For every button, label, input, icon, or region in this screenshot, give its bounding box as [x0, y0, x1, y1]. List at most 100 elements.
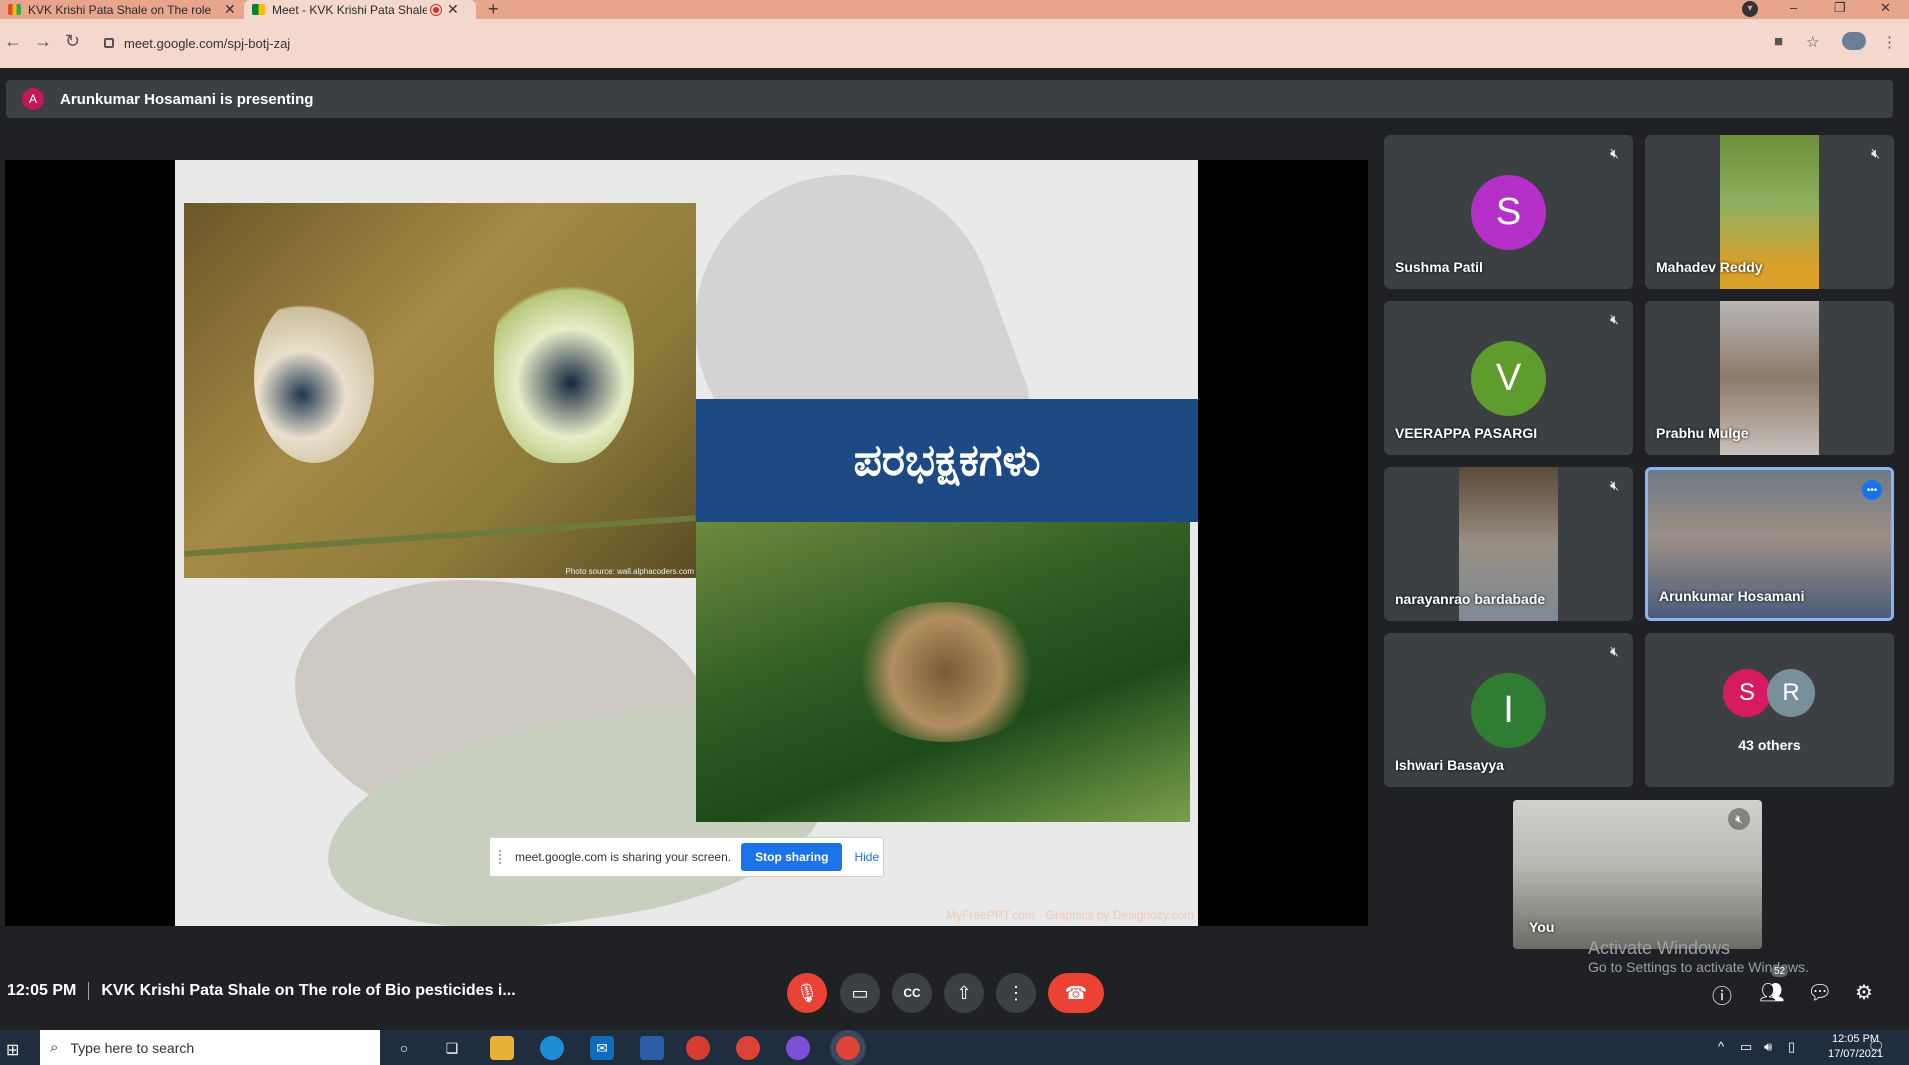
- task-view-icon[interactable]: ❏: [440, 1036, 464, 1060]
- participant-tile-active-speaker[interactable]: ••• Arunkumar Hosamani: [1645, 467, 1894, 621]
- back-icon[interactable]: ←: [4, 31, 22, 52]
- captions-icon: CC: [903, 986, 921, 1000]
- others-tile[interactable]: S R 43 others: [1645, 633, 1894, 787]
- chat-icon[interactable]: 💬︎: [1807, 980, 1832, 1005]
- hang-up-icon: ☎︎: [1064, 982, 1088, 1003]
- network-icon[interactable]: ▭: [1740, 1039, 1752, 1055]
- taskbar-search[interactable]: ⌕ Type here to search: [40, 1030, 380, 1065]
- close-tab-icon[interactable]: ✕: [224, 1, 236, 18]
- participant-name: Arunkumar Hosamani: [1659, 588, 1805, 604]
- self-name: You: [1529, 919, 1555, 935]
- participant-name: Ishwari Basayya: [1395, 757, 1504, 773]
- mic-muted-icon: 🔇︎: [1610, 643, 1619, 659]
- camera-toggle-button[interactable]: ▭: [840, 973, 880, 1013]
- tab-title: Meet - KVK Krishi Pata Shale: [272, 2, 427, 17]
- tab-search-icon[interactable]: ▾: [1742, 1, 1758, 17]
- maximize-button[interactable]: ❐: [1834, 0, 1846, 16]
- browser-tab-strip: KVK Krishi Pata Shale on The role ✕ Meet…: [0, 0, 1909, 19]
- recording-icon: [430, 3, 442, 16]
- tray-chevron-icon[interactable]: ^: [1718, 1039, 1724, 1054]
- shared-slide: Photo source: wall.alphacoders.com ಪರಭಕ್…: [175, 160, 1198, 926]
- present-now-button[interactable]: ⇧: [944, 973, 984, 1013]
- mic-off-icon: 🎙︎: [795, 982, 819, 1003]
- self-view-tile[interactable]: 🔇︎ You: [1513, 800, 1762, 949]
- captions-button[interactable]: CC: [892, 973, 932, 1013]
- mantis-photo: Photo source: wall.alphacoders.com: [184, 203, 696, 578]
- menu-icon[interactable]: ⋮: [1882, 33, 1897, 51]
- close-window-button[interactable]: ✕: [1880, 0, 1891, 16]
- divider: [88, 982, 90, 1000]
- people-icon[interactable]: 👥︎: [1759, 980, 1784, 1005]
- reload-icon[interactable]: ↻: [65, 31, 80, 52]
- forward-icon[interactable]: →: [34, 31, 52, 52]
- avatar: I: [1471, 673, 1546, 748]
- watermark-line1: Activate Windows: [1588, 938, 1731, 958]
- tab-gmail[interactable]: KVK Krishi Pata Shale on The role ✕: [0, 0, 240, 19]
- avatar: V: [1471, 341, 1546, 416]
- camera-indicator-icon[interactable]: ■: [1774, 33, 1783, 50]
- participant-tile[interactable]: V 🔇︎ VEERAPPA PASARGI: [1384, 301, 1633, 455]
- windows-taskbar: ⊞ ⌕ Type here to search ○ ❏ ✉ ^ ▭ 🔊︎ ▯ 1…: [0, 1030, 1909, 1065]
- meeting-details-icon[interactable]: ⓘ: [1712, 980, 1732, 1009]
- participant-tile[interactable]: 🔇︎ narayanrao bardabade: [1384, 467, 1633, 621]
- presenting-banner: A Arunkumar Hosamani is presenting: [6, 80, 1893, 118]
- camera-icon: ▭: [851, 982, 869, 1003]
- windows-start-icon[interactable]: ⊞: [6, 1040, 19, 1060]
- search-icon: ⌕: [50, 1039, 59, 1056]
- chrome-active-icon[interactable]: [830, 1030, 866, 1065]
- chrome-icon[interactable]: [736, 1036, 760, 1060]
- tab-meet[interactable]: Meet - KVK Krishi Pata Shale ✕: [244, 0, 476, 19]
- lock-icon: [104, 38, 114, 48]
- more-options-button[interactable]: ⋮: [996, 973, 1036, 1013]
- meeting-info: 12:05 PM KVK Krishi Pata Shale on The ro…: [7, 982, 516, 1000]
- minimize-button[interactable]: –: [1790, 0, 1797, 15]
- photo-source-caption: Photo source: wall.alphacoders.com: [565, 567, 694, 576]
- meet-icon: [252, 4, 265, 15]
- file-explorer-icon[interactable]: [490, 1036, 514, 1060]
- edge-icon[interactable]: [540, 1036, 564, 1060]
- slide-credit: MyFreePPT.com · Graphics by Designozy.co…: [946, 908, 1194, 922]
- avatar: S: [1723, 669, 1771, 717]
- close-tab-icon[interactable]: ✕: [447, 1, 459, 18]
- mic-toggle-button[interactable]: 🎙︎: [787, 973, 827, 1013]
- participant-tile[interactable]: 🔇︎ Mahadev Reddy: [1645, 135, 1894, 289]
- participant-tile[interactable]: Prabhu Mulge: [1645, 301, 1894, 455]
- language-icon[interactable]: ▯: [1788, 1039, 1795, 1055]
- activities-icon[interactable]: ⚙︎: [1855, 980, 1873, 1005]
- profile-avatar[interactable]: [1842, 32, 1866, 50]
- address-bar[interactable]: meet.google.com/spj-botj-zaj: [96, 30, 1816, 56]
- tab-title: KVK Krishi Pata Shale on The role: [28, 2, 212, 17]
- stop-sharing-button[interactable]: Stop sharing: [741, 843, 843, 871]
- hide-button[interactable]: Hide: [854, 850, 879, 864]
- store-icon[interactable]: [640, 1036, 664, 1060]
- participant-name: narayanrao bardabade: [1395, 591, 1546, 607]
- drag-handle-icon[interactable]: [499, 850, 503, 864]
- url-text: meet.google.com/spj-botj-zaj: [124, 35, 291, 51]
- search-placeholder: Type here to search: [70, 1039, 195, 1056]
- app-icon[interactable]: [686, 1036, 710, 1060]
- gmail-icon: [8, 4, 21, 15]
- app-icon[interactable]: [786, 1036, 810, 1060]
- more-vert-icon: ⋮: [1007, 982, 1025, 1003]
- participant-tile[interactable]: S 🔇︎ Sushma Patil: [1384, 135, 1633, 289]
- presenter-avatar: A: [22, 88, 44, 110]
- mail-icon[interactable]: ✉: [590, 1036, 614, 1060]
- mantis-with-prey: [846, 602, 1046, 742]
- cortana-icon[interactable]: ○: [392, 1036, 416, 1060]
- avatar: R: [1767, 669, 1815, 717]
- meeting-time: 12:05 PM: [7, 982, 77, 999]
- mic-muted-icon: 🔇︎: [1610, 311, 1619, 327]
- bookmark-star-icon[interactable]: ☆: [1806, 33, 1819, 51]
- screen-share-notification: meet.google.com is sharing your screen. …: [489, 837, 884, 877]
- mic-muted-icon: 🔇︎: [1728, 808, 1750, 830]
- participant-tile[interactable]: I 🔇︎ Ishwari Basayya: [1384, 633, 1633, 787]
- mic-muted-icon: 🔇︎: [1871, 145, 1880, 161]
- notifications-icon[interactable]: 🗨︎: [1868, 1039, 1885, 1055]
- presenting-text: Arunkumar Hosamani is presenting: [60, 90, 314, 108]
- speaking-indicator-icon: •••: [1862, 480, 1882, 500]
- leave-call-button[interactable]: ☎︎: [1048, 973, 1104, 1013]
- volume-icon[interactable]: 🔊︎: [1764, 1039, 1772, 1055]
- new-tab-button[interactable]: +: [488, 0, 499, 20]
- participant-name: Mahadev Reddy: [1656, 259, 1763, 275]
- mic-muted-icon: 🔇︎: [1610, 145, 1619, 161]
